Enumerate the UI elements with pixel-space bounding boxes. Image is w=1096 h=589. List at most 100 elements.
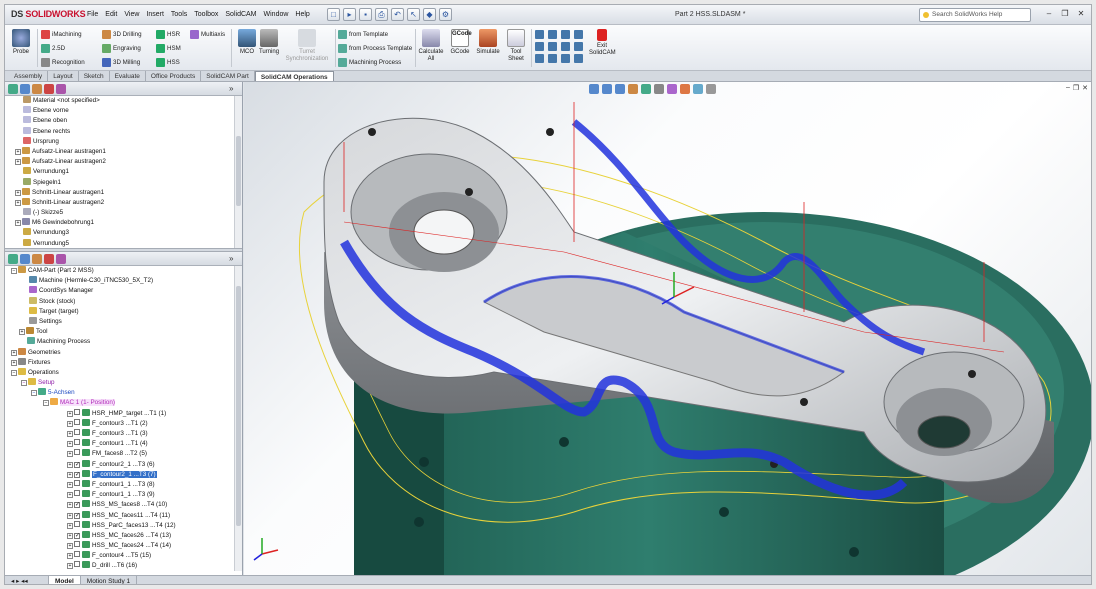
tree-item-plane[interactable]: Ebene rechts	[23, 126, 242, 137]
save-icon[interactable]: ▪	[359, 8, 372, 21]
expand-icon[interactable]: +	[67, 481, 73, 488]
operation-row[interactable]: + D_drill ...T6 (16)	[11, 561, 242, 571]
grid-tool-icon[interactable]	[561, 54, 570, 63]
dim-expert-icon[interactable]	[44, 84, 54, 94]
tab-model[interactable]: Model	[49, 576, 81, 584]
feature-manager-icon[interactable]	[8, 84, 18, 94]
expand-icon[interactable]: +	[67, 441, 73, 448]
expand-icon[interactable]: +	[67, 512, 73, 519]
fixtures-node[interactable]: + Fixtures	[11, 357, 242, 368]
expand-icon[interactable]: +	[67, 431, 73, 437]
property-manager-icon[interactable]	[20, 84, 30, 94]
cam-part-node[interactable]: − CAM-Part (Part 2 MSS)	[11, 266, 242, 276]
menu-window[interactable]: Window	[264, 11, 289, 18]
3d-drilling-button[interactable]: 3D Drilling	[102, 30, 142, 39]
operation-row[interactable]: + F_contour1_1 ...T3 (9)	[11, 490, 242, 500]
expand-icon[interactable]: +	[67, 522, 73, 529]
tree-item-feature[interactable]: + Aufsatz-Linear austragen1	[15, 146, 242, 157]
tree-item-plane[interactable]: Ebene vorne	[23, 106, 242, 116]
simulate-button[interactable]: Simulate	[474, 29, 502, 56]
exit-solidcam-button[interactable]: Exit SolidCAM	[589, 29, 616, 57]
expand-icon[interactable]: +	[67, 451, 73, 458]
menu-file[interactable]: File	[87, 11, 98, 18]
operation-row[interactable]: + HSR_HMP_target ...T1 (1)	[11, 408, 242, 419]
operation-row[interactable]: + HSS_ParC_faces13 ...T4 (12)	[11, 520, 242, 531]
imachining-button[interactable]: iMachining	[41, 30, 82, 39]
tree-item-plane[interactable]: Ebene oben	[23, 116, 242, 126]
operation-checkbox[interactable]: ✓	[74, 532, 80, 539]
operation-row[interactable]: + ✓ F_contour2_1 ...T3 (6)	[11, 459, 242, 470]
panel-expand-icon[interactable]: »	[229, 254, 239, 264]
tree-item-origin[interactable]: Ursprung	[23, 136, 242, 147]
operation-row[interactable]: + ✓ HSS_MC_faces11 ...T4 (11)	[11, 510, 242, 521]
feature-tree-scrollbar[interactable]	[234, 96, 242, 248]
operation-row[interactable]: + ✓ HSS_MC_faces26 ...T4 (13)	[11, 530, 242, 541]
configuration-manager-icon[interactable]	[32, 254, 42, 264]
operation-checkbox[interactable]	[74, 429, 80, 435]
expand-icon[interactable]: +	[67, 563, 73, 570]
expand-icon[interactable]: +	[67, 461, 73, 468]
turning-button[interactable]: Turning	[255, 29, 283, 56]
operation-checkbox[interactable]: ✓	[74, 502, 80, 509]
grid-tool-icon[interactable]	[535, 30, 544, 39]
grid-tool-icon[interactable]	[548, 30, 557, 39]
expand-icon[interactable]: +	[67, 543, 73, 550]
settings-node[interactable]: Settings	[11, 316, 242, 327]
tab-motion-study[interactable]: Motion Study 1	[81, 576, 138, 584]
undo-icon[interactable]: ↶	[391, 8, 404, 21]
hss-button[interactable]: HSS	[156, 58, 180, 67]
rebuild-icon[interactable]: ◆	[423, 8, 436, 21]
machine-node[interactable]: Machine (Hermle-C30_iTNC530_5X_T2)	[11, 276, 242, 286]
stock-node[interactable]: Stock (stock)	[11, 296, 242, 307]
restore-icon[interactable]: ❐	[1059, 8, 1071, 20]
operation-checkbox[interactable]	[74, 418, 80, 425]
operation-checkbox[interactable]	[74, 449, 80, 456]
3d-milling-button[interactable]: 3D Milling	[102, 58, 140, 67]
menu-view[interactable]: View	[124, 11, 139, 18]
setup-node[interactable]: − Setup	[11, 378, 242, 388]
operation-checkbox[interactable]	[74, 479, 80, 486]
operation-checkbox[interactable]	[74, 439, 80, 446]
menu-solidcam[interactable]: SolidCAM	[225, 11, 256, 18]
minimize-icon[interactable]: –	[1043, 8, 1055, 20]
operation-row[interactable]: + F_contour1_1 ...T3 (8)	[11, 479, 242, 490]
tree-item-feature[interactable]: + Aufsatz-Linear austragen2	[15, 157, 242, 167]
multiaxis-button[interactable]: Multiaxis	[190, 30, 225, 39]
tab-office-products[interactable]: Office Products	[146, 71, 202, 81]
from-process-template-button[interactable]: from Process Template	[338, 44, 412, 53]
operation-checkbox[interactable]	[74, 561, 80, 568]
grid-tool-icon[interactable]	[561, 42, 570, 51]
menu-insert[interactable]: Insert	[146, 11, 164, 18]
tree-item-feature[interactable]: + M6 Gewindebohrung1	[15, 218, 242, 228]
operation-row[interactable]: + F_contour4 ...T5 (15)	[11, 551, 242, 561]
operation-checkbox[interactable]: ✓	[74, 471, 80, 478]
solidcam-manager-icon[interactable]	[56, 254, 66, 264]
print-icon[interactable]: ⎙	[375, 8, 388, 21]
tree-item-material[interactable]: Material <not specified>	[23, 96, 242, 106]
operations-node[interactable]: − Operations	[11, 367, 242, 378]
operation-checkbox[interactable]	[74, 408, 80, 415]
operation-row[interactable]: + HSS_MC_faces24 ...T4 (14)	[11, 541, 242, 551]
graphics-viewport[interactable]: – ❐ ✕	[244, 82, 1091, 575]
grid-tool-icon[interactable]	[535, 54, 544, 63]
tree-item-feature[interactable]: (-) Skizze5	[23, 208, 242, 218]
tree-item-feature[interactable]: Verrundung3	[23, 228, 242, 238]
tab-solidcam-part[interactable]: SolidCAM Part	[201, 71, 255, 81]
gcode-button[interactable]: GCode GCode	[446, 29, 474, 56]
tool-node[interactable]: + Tool	[11, 327, 242, 337]
expand-icon[interactable]: +	[67, 502, 73, 509]
hsm-button[interactable]: HSM	[156, 44, 181, 53]
operation-checkbox[interactable]	[74, 541, 80, 548]
tab-evaluate[interactable]: Evaluate	[110, 71, 146, 81]
menu-tools[interactable]: Tools	[171, 11, 187, 18]
from-template-button[interactable]: from Template	[338, 30, 388, 39]
feature-manager-icon[interactable]	[8, 254, 18, 264]
display-manager-icon[interactable]	[56, 84, 66, 94]
new-document-icon[interactable]: □	[327, 8, 340, 21]
probe-button[interactable]: Probe	[7, 29, 35, 56]
open-folder-icon[interactable]: ▸	[343, 8, 356, 21]
geometries-node[interactable]: + Geometries	[11, 347, 242, 358]
operation-row[interactable]: + F_contour1 ...T1 (4)	[11, 439, 242, 449]
machining-process-button[interactable]: Machining Process	[338, 58, 401, 67]
target-node[interactable]: Target (target)	[11, 306, 242, 317]
